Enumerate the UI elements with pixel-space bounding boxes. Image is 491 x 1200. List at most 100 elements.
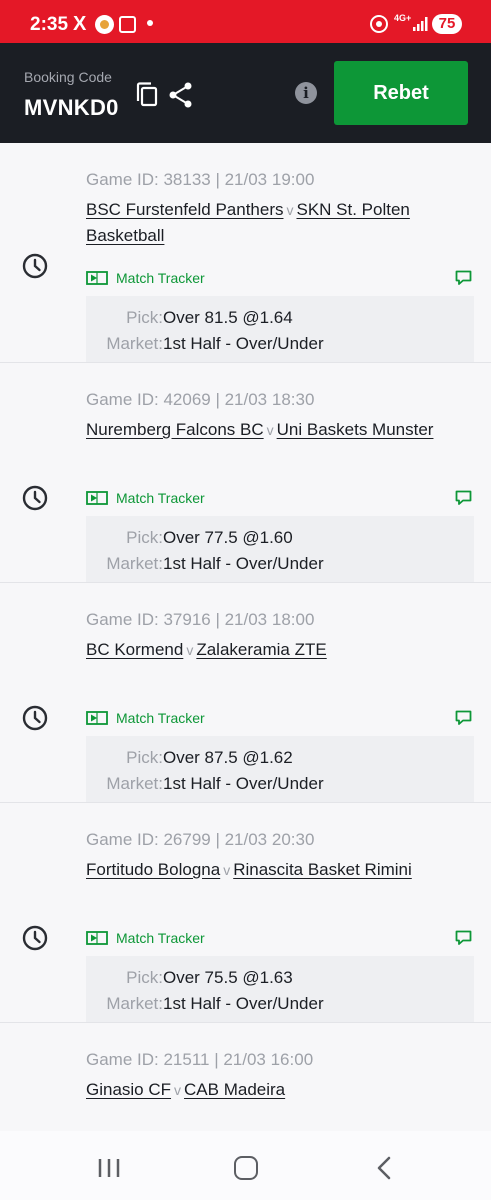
match-tracker-link[interactable]: Match Tracker xyxy=(86,489,205,507)
booking-code-label: Booking Code xyxy=(24,69,112,85)
bet-item: Game ID: 26799 | 21/03 20:30 Fortitudo B… xyxy=(0,803,491,1023)
game-id: Game ID: 26799 | 21/03 20:30 xyxy=(86,830,315,849)
system-nav-bar xyxy=(0,1131,491,1200)
network-type: 4G+ xyxy=(394,13,412,23)
market-row: Market: 1st Half - Over/Under xyxy=(86,551,474,577)
match-teams[interactable]: BC Kormend v Zalakeramia ZTE xyxy=(86,637,456,663)
booking-code: MVNKD0 xyxy=(24,95,119,120)
clock-icon xyxy=(22,925,48,951)
chat-icon[interactable] xyxy=(455,930,472,946)
away-team[interactable]: Uni Baskets Munster xyxy=(277,420,434,439)
chat-icon[interactable] xyxy=(455,490,472,506)
away-team[interactable]: Zalakeramia ZTE xyxy=(196,640,326,659)
match-tracker-icon xyxy=(86,931,108,945)
versus-label: v xyxy=(174,1082,182,1098)
match-teams[interactable]: Fortitudo Bologna v Rinascita Basket Rimin… xyxy=(86,857,456,883)
bet-item: Game ID: 38133 | 21/03 19:00 BSC Fursten… xyxy=(0,143,491,363)
bet-list[interactable]: Game ID: 38133 | 21/03 19:00 BSC Fursten… xyxy=(0,143,491,1131)
home-team[interactable]: Nuremberg Falcons BC xyxy=(86,420,264,439)
pick-text: Over 81.5 @1.64 xyxy=(163,308,293,327)
market-label: Market: xyxy=(106,334,163,353)
back-icon[interactable] xyxy=(374,1156,394,1180)
status-time: 2:35 xyxy=(30,14,69,35)
market-label: Market: xyxy=(106,554,163,573)
pick-value: Over 75.5 @1.63 xyxy=(163,968,293,987)
market-value: 1st Half - Over/Under xyxy=(163,554,324,573)
match-tracker-link[interactable]: Match Tracker xyxy=(86,709,205,727)
home-icon[interactable] xyxy=(234,1156,258,1180)
match-tracker-label: Match Tracker xyxy=(116,930,205,946)
market-label: Market: xyxy=(106,774,163,793)
match-tracker-link[interactable]: Match Tracker xyxy=(86,929,205,947)
bet-item: Game ID: 42069 | 21/03 18:30 Nuremberg F… xyxy=(0,363,491,583)
recent-apps-icon[interactable] xyxy=(97,1157,121,1179)
pick-row: Pick: Over 87.5 @1.62 xyxy=(86,745,474,771)
market-row: Market: 1st Half - Over/Under xyxy=(86,331,474,357)
status-bar: 2:35 X 4G+ 75 xyxy=(0,0,491,43)
clock-icon xyxy=(22,705,48,731)
game-id: Game ID: 42069 | 21/03 18:30 xyxy=(86,390,315,409)
clock-icon xyxy=(22,253,48,279)
match-teams[interactable]: BSC Furstenfeld Panthers v SKN St. Polten … xyxy=(86,197,456,249)
match-teams[interactable]: Nuremberg Falcons BC v Uni Baskets Munster xyxy=(86,417,456,443)
pick-label: Pick: xyxy=(126,308,163,327)
match-tracker-label: Match Tracker xyxy=(116,270,205,286)
notification-dot-icon xyxy=(147,20,153,26)
match-teams[interactable]: Ginasio CF v CAB Madeira xyxy=(86,1077,456,1103)
pick-row: Pick: Over 77.5 @1.60 xyxy=(86,525,474,551)
pick-value: Over 81.5 @1.64 xyxy=(163,305,293,331)
hotspot-icon xyxy=(370,15,388,33)
market-value: 1st Half - Over/Under xyxy=(163,334,324,353)
pick-row: Pick: Over 75.5 @1.63 xyxy=(86,965,474,991)
screenshot-icon xyxy=(119,16,136,33)
market-label: Market: xyxy=(106,994,163,1013)
game-id: Game ID: 38133 | 21/03 19:00 xyxy=(86,170,315,189)
versus-label: v xyxy=(286,202,294,218)
pick-details: Pick: Over 75.5 @1.63 Market: 1st Half -… xyxy=(86,956,474,1022)
signal-icon xyxy=(413,17,428,31)
rebet-button[interactable]: Rebet xyxy=(334,61,468,125)
match-tracker-icon xyxy=(86,491,108,505)
pick-details: Pick: Over 77.5 @1.60 Market: 1st Half -… xyxy=(86,516,474,582)
versus-label: v xyxy=(223,862,231,878)
home-team[interactable]: Fortitudo Bologna xyxy=(86,860,220,879)
share-icon[interactable] xyxy=(168,81,194,109)
chat-icon[interactable] xyxy=(455,270,472,286)
pick-label: Pick: xyxy=(126,528,163,547)
copy-icon[interactable] xyxy=(135,81,161,109)
pick-label: Pick: xyxy=(126,968,163,987)
home-team[interactable]: BSC Furstenfeld Panthers xyxy=(86,200,283,219)
away-team[interactable]: Rinascita Basket Rimini xyxy=(233,860,412,879)
match-tracker-link[interactable]: Match Tracker xyxy=(86,269,205,287)
pick-row: Pick: Over 81.5 @1.64 xyxy=(86,305,474,331)
booking-header: Booking Code MVNKD0 i Rebet xyxy=(0,43,491,143)
clock-icon xyxy=(22,485,48,511)
market-value: 1st Half - Over/Under xyxy=(163,994,324,1013)
game-id: Game ID: 21511 | 21/03 16:00 xyxy=(86,1050,314,1069)
bet-item: Game ID: 21511 | 21/03 16:00 Ginasio CF v… xyxy=(0,1023,491,1131)
home-team[interactable]: Ginasio CF xyxy=(86,1080,171,1099)
pick-details: Pick: Over 81.5 @1.64 Market: 1st Half -… xyxy=(86,296,474,362)
app-notification-icon xyxy=(95,15,114,34)
chat-icon[interactable] xyxy=(455,710,472,726)
game-id: Game ID: 37916 | 21/03 18:00 xyxy=(86,610,315,629)
versus-label: v xyxy=(266,422,274,438)
x-app-icon: X xyxy=(73,13,87,35)
match-tracker-icon xyxy=(86,711,108,725)
pick-details: Pick: Over 87.5 @1.62 Market: 1st Half -… xyxy=(86,736,474,802)
versus-label: v xyxy=(186,642,194,658)
market-row: Market: 1st Half - Over/Under xyxy=(86,991,474,1017)
pick-value: Over 87.5 @1.62 xyxy=(163,748,293,767)
market-value: 1st Half - Over/Under xyxy=(163,774,324,793)
battery-level: 75 xyxy=(432,14,462,34)
pick-value: Over 77.5 @1.60 xyxy=(163,528,293,547)
match-tracker-icon xyxy=(86,271,108,285)
away-team[interactable]: CAB Madeira xyxy=(184,1080,285,1099)
home-team[interactable]: BC Kormend xyxy=(86,640,183,659)
match-tracker-label: Match Tracker xyxy=(116,490,205,506)
match-tracker-label: Match Tracker xyxy=(116,710,205,726)
info-icon[interactable]: i xyxy=(295,82,317,104)
bet-item: Game ID: 37916 | 21/03 18:00 BC Kormend v… xyxy=(0,583,491,803)
market-row: Market: 1st Half - Over/Under xyxy=(86,771,474,797)
pick-label: Pick: xyxy=(126,748,163,767)
